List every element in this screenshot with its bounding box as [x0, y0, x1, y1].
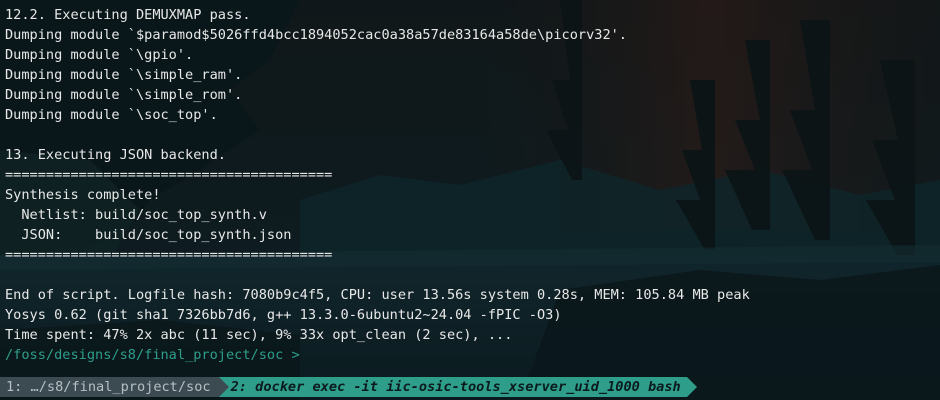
output-line: ========================================: [5, 247, 333, 263]
output-line: JSON: build/soc_top_synth.json: [5, 227, 292, 243]
output-line: Dumping module `$paramod$5026ffd4bcc1894…: [5, 27, 627, 43]
output-line: ========================================: [5, 167, 333, 183]
tmux-status-bar: 1: …/s8/final_project/soc 2: docker exec…: [0, 377, 940, 397]
window-tab-1[interactable]: 1: …/s8/final_project/soc: [0, 377, 219, 397]
tab-end-arrow: [686, 377, 697, 397]
output-line: Yosys 0.62 (git sha1 7326bb7d6, g++ 13.3…: [5, 307, 562, 323]
output-line: 12.2. Executing DEMUXMAP pass.: [5, 7, 251, 23]
output-line: End of script. Logfile hash: 7080b9c4f5,…: [5, 287, 750, 303]
output-line: Netlist: build/soc_top_synth.v: [5, 207, 267, 223]
output-line: Dumping module `\simple_ram'.: [5, 67, 243, 83]
output-line: Dumping module `\soc_top'.: [5, 107, 218, 123]
output-line: Time spent: 47% 2x abc (11 sec), 9% 33x …: [5, 327, 513, 343]
output-line: Synthesis complete!: [5, 187, 161, 203]
output-line: Dumping module `\simple_rom'.: [5, 87, 243, 103]
tab-separator-arrow: [218, 377, 229, 397]
output-line: Dumping module `\gpio'.: [5, 47, 194, 63]
shell-prompt[interactable]: /foss/designs/s8/final_project/soc >: [5, 345, 940, 365]
terminal-output[interactable]: 12.2. Executing DEMUXMAP pass. Dumping m…: [0, 0, 940, 372]
output-line: 13. Executing JSON backend.: [5, 147, 226, 163]
window-tab-2-active[interactable]: 2: docker exec -it iic-osic-tools_xserve…: [228, 377, 687, 397]
